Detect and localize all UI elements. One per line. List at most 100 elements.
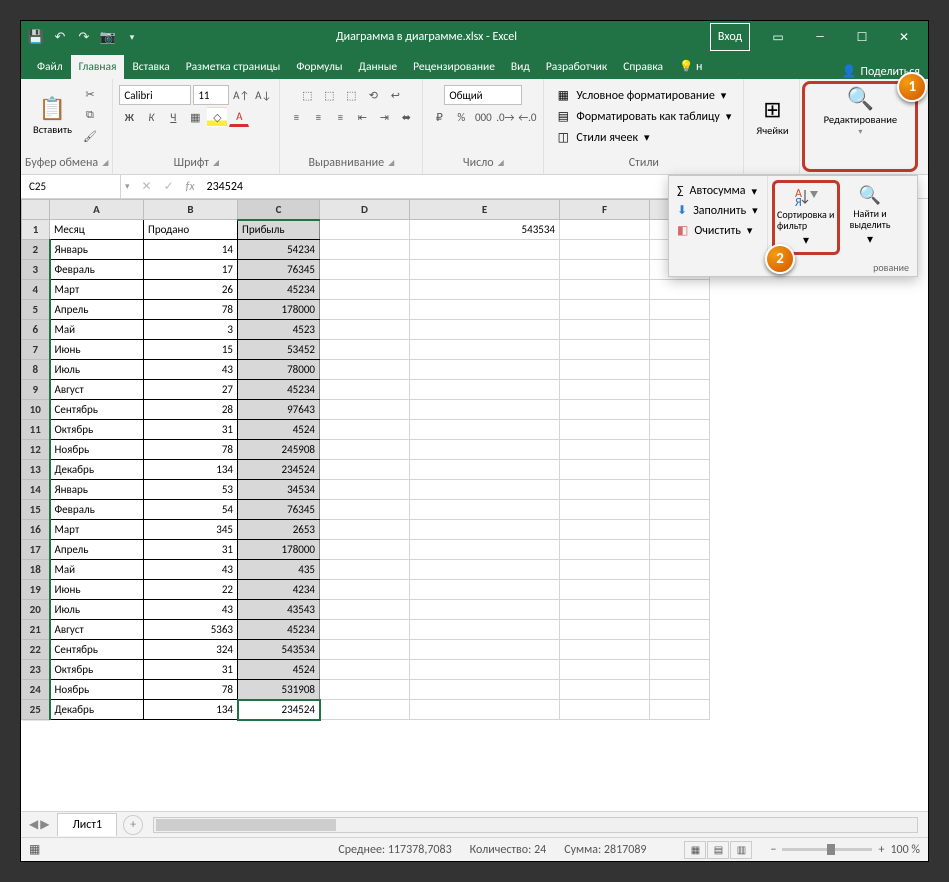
percent-icon[interactable]: %	[451, 107, 471, 127]
cell[interactable]: 4524	[238, 660, 320, 680]
cell[interactable]: 53	[144, 480, 238, 500]
cell[interactable]	[650, 560, 710, 580]
cell[interactable]: Май	[50, 320, 144, 340]
cell[interactable]: 17	[144, 260, 238, 280]
cell[interactable]	[320, 420, 410, 440]
orientation-icon[interactable]: ⟲	[363, 85, 383, 105]
cell[interactable]: Июнь	[50, 580, 144, 600]
cell[interactable]: 245908	[238, 440, 320, 460]
row-header[interactable]: 5	[22, 300, 50, 320]
cell[interactable]: 31	[144, 540, 238, 560]
number-format-combo[interactable]: Общий	[444, 85, 522, 105]
cell[interactable]: 324	[144, 640, 238, 660]
grow-font-icon[interactable]: A↑	[231, 85, 251, 105]
cell[interactable]: 234524	[238, 700, 320, 720]
cell[interactable]: 43	[144, 360, 238, 380]
enter-icon[interactable]: ✓	[164, 179, 174, 194]
cell[interactable]	[560, 300, 650, 320]
cell[interactable]	[560, 680, 650, 700]
format-painter-icon[interactable]: 🖌	[80, 126, 100, 146]
cell[interactable]	[320, 400, 410, 420]
cell[interactable]	[560, 540, 650, 560]
fill-color-icon[interactable]: ◇	[207, 107, 227, 127]
clear-button[interactable]: ◧Очистить ▾	[673, 221, 763, 240]
cell[interactable]	[650, 580, 710, 600]
dialog-launcher-icon[interactable]: ◢	[213, 158, 219, 168]
row-header[interactable]: 4	[22, 280, 50, 300]
cell[interactable]: Апрель	[50, 540, 144, 560]
cell[interactable]: 43	[144, 600, 238, 620]
cell[interactable]	[410, 260, 560, 280]
cell[interactable]: Сентябрь	[50, 400, 144, 420]
comma-icon[interactable]: 000	[473, 107, 493, 127]
cell[interactable]	[560, 620, 650, 640]
cell[interactable]	[320, 500, 410, 520]
cell[interactable]: 5363	[144, 620, 238, 640]
cell[interactable]: 78	[144, 440, 238, 460]
cell[interactable]	[650, 400, 710, 420]
cell[interactable]: 134	[144, 460, 238, 480]
cell[interactable]: 178000	[238, 300, 320, 320]
cell[interactable]: 2653	[238, 520, 320, 540]
col-header[interactable]: F	[560, 200, 650, 220]
pagebreak-view-icon[interactable]: ▥	[730, 841, 752, 859]
zoom-level[interactable]: 100 %	[890, 843, 920, 857]
select-all-corner[interactable]	[22, 200, 50, 220]
pagelayout-view-icon[interactable]: ▤	[707, 841, 729, 859]
decimal-inc-icon[interactable]: .0→	[495, 107, 515, 127]
cell[interactable]	[650, 680, 710, 700]
dialog-launcher-icon[interactable]: ◢	[388, 158, 394, 168]
cell[interactable]: Март	[50, 280, 144, 300]
cell-styles-button[interactable]: ◫Стили ячеек ▾	[550, 127, 655, 148]
cell[interactable]	[560, 440, 650, 460]
cell[interactable]: 97643	[238, 400, 320, 420]
redo-icon[interactable]: ↷	[73, 26, 95, 48]
cell[interactable]: 45234	[238, 380, 320, 400]
merge-icon[interactable]: ⬌	[396, 107, 416, 127]
cell[interactable]	[650, 520, 710, 540]
col-header[interactable]: E	[410, 200, 560, 220]
zoom-slider[interactable]	[782, 848, 872, 851]
cell[interactable]: 54	[144, 500, 238, 520]
cell[interactable]: Январь	[50, 480, 144, 500]
borders-icon[interactable]: ▦	[185, 107, 205, 127]
cell[interactable]	[560, 520, 650, 540]
cell[interactable]	[410, 560, 560, 580]
formula-input[interactable]: 234524	[207, 180, 244, 194]
cell[interactable]	[410, 280, 560, 300]
cell[interactable]	[410, 380, 560, 400]
cell[interactable]	[410, 580, 560, 600]
cell[interactable]	[410, 240, 560, 260]
row-header[interactable]: 25	[22, 700, 50, 720]
row-header[interactable]: 11	[22, 420, 50, 440]
sheet-tab[interactable]: Лист1	[57, 813, 117, 836]
ribbon-options-icon[interactable]: ▭	[758, 23, 798, 51]
cell[interactable]: Ноябрь	[50, 680, 144, 700]
indent-inc-icon[interactable]: ⇥	[374, 107, 394, 127]
zoom-out-icon[interactable]: −	[770, 843, 776, 857]
col-header[interactable]: B	[144, 200, 238, 220]
cell[interactable]	[650, 360, 710, 380]
currency-icon[interactable]: ₽	[429, 107, 449, 127]
cell[interactable]	[560, 640, 650, 660]
copy-icon[interactable]: ⧉	[80, 105, 100, 125]
cell[interactable]: 134	[144, 700, 238, 720]
cell[interactable]	[560, 420, 650, 440]
col-header[interactable]: D	[320, 200, 410, 220]
paste-button[interactable]: 📋 Вставить	[27, 80, 78, 150]
cell[interactable]	[320, 660, 410, 680]
align-top-icon[interactable]: ⬚	[297, 85, 317, 105]
cell[interactable]	[320, 560, 410, 580]
cell[interactable]: 31	[144, 660, 238, 680]
cell[interactable]: 78	[144, 680, 238, 700]
cell[interactable]	[560, 700, 650, 720]
cell[interactable]	[650, 420, 710, 440]
align-middle-icon[interactable]: ⬚	[319, 85, 339, 105]
sheet-nav-next-icon[interactable]: ▶	[40, 817, 49, 832]
tab-formulas[interactable]: Формулы	[288, 55, 350, 79]
align-right-icon[interactable]: ≡	[330, 107, 350, 127]
font-size-combo[interactable]: 11	[193, 85, 229, 105]
row-header[interactable]: 23	[22, 660, 50, 680]
cell[interactable]	[650, 500, 710, 520]
cell[interactable]: 53452	[238, 340, 320, 360]
